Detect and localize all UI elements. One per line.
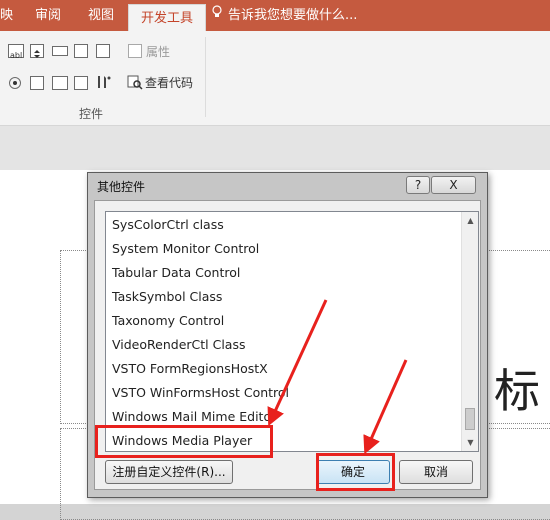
arrow-to-ok [363,359,408,455]
arrow-to-media-player [267,299,328,427]
annotation-arrows [267,299,408,455]
